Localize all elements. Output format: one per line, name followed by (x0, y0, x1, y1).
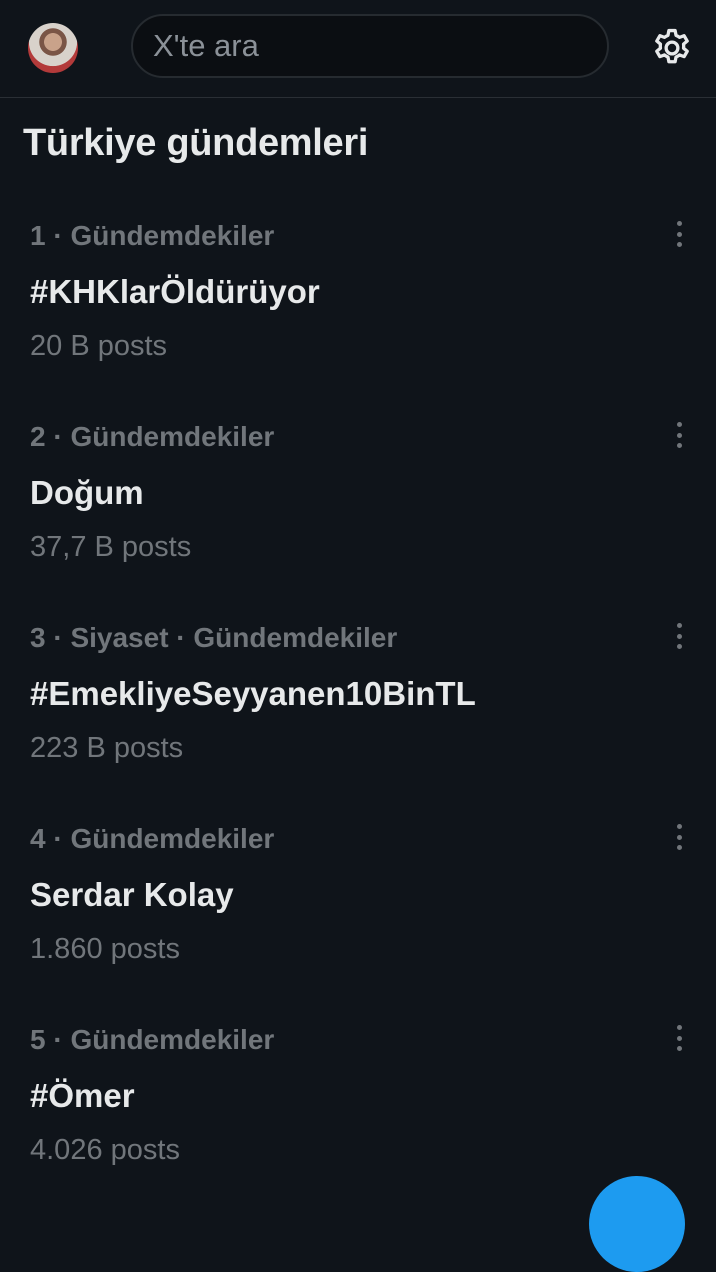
trend-meta: 2 · Gündemdekiler (30, 421, 275, 452)
trend-meta: 3 · Siyaset · Gündemdekiler (30, 622, 398, 653)
trends-list: 1 · Gündemdekiler #KHKlarÖldürüyor 20 B … (0, 197, 716, 1202)
top-bar (0, 0, 716, 98)
more-options-icon[interactable] (666, 1021, 692, 1055)
compose-post-button[interactable] (589, 1176, 685, 1272)
trend-name[interactable]: #KHKlarÖldürüyor (30, 273, 320, 311)
trend-post-count: 37,7 B posts (30, 531, 192, 563)
trend-name[interactable]: #Ömer (30, 1077, 135, 1115)
trend-post-count: 20 B posts (30, 330, 168, 362)
more-options-icon[interactable] (666, 217, 692, 251)
trend-post-count: 1.860 posts (30, 933, 180, 965)
trend-item[interactable]: 5 · Gündemdekiler #Ömer 4.026 posts (0, 1001, 716, 1202)
page-title: Türkiye gündemleri (23, 122, 369, 164)
avatar[interactable] (28, 23, 78, 73)
search-input[interactable] (153, 28, 573, 64)
more-options-icon[interactable] (666, 820, 692, 854)
more-options-icon[interactable] (666, 418, 692, 452)
more-options-icon[interactable] (666, 619, 692, 653)
gear-icon[interactable] (650, 26, 694, 70)
trend-name[interactable]: #EmekliyeSeyyanen10BinTL (30, 675, 476, 713)
trend-item[interactable]: 3 · Siyaset · Gündemdekiler #EmekliyeSey… (0, 599, 716, 800)
trend-name[interactable]: Doğum (30, 474, 144, 512)
trend-name[interactable]: Serdar Kolay (30, 876, 234, 914)
trend-meta: 1 · Gündemdekiler (30, 220, 275, 251)
trend-item[interactable]: 4 · Gündemdekiler Serdar Kolay 1.860 pos… (0, 800, 716, 1001)
search-box[interactable] (131, 14, 609, 78)
trend-post-count: 223 B posts (30, 732, 184, 764)
trend-item[interactable]: 1 · Gündemdekiler #KHKlarÖldürüyor 20 B … (0, 197, 716, 398)
trend-item[interactable]: 2 · Gündemdekiler Doğum 37,7 B posts (0, 398, 716, 599)
trend-meta: 5 · Gündemdekiler (30, 1024, 275, 1055)
trend-post-count: 4.026 posts (30, 1134, 180, 1166)
trend-meta: 4 · Gündemdekiler (30, 823, 275, 854)
